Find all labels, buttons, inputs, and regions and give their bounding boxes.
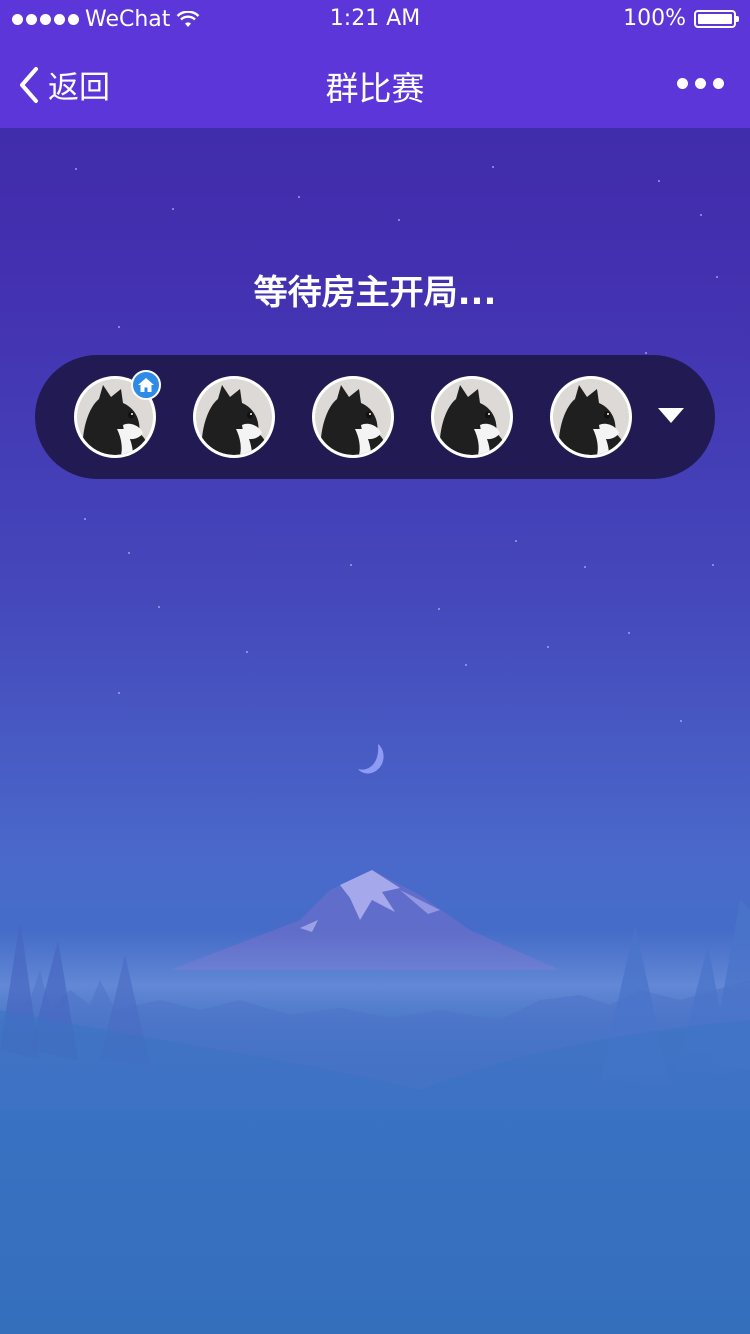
battery-percent: 100% bbox=[623, 6, 686, 31]
waiting-status-text: 等待房主开局... bbox=[253, 273, 497, 313]
player-avatar[interactable] bbox=[312, 376, 394, 458]
player-avatar[interactable] bbox=[431, 376, 513, 458]
status-right: 100% bbox=[623, 6, 739, 31]
cat-avatar-icon bbox=[196, 379, 272, 455]
player-avatar[interactable] bbox=[193, 376, 275, 458]
home-icon bbox=[138, 378, 154, 392]
moon-icon bbox=[358, 744, 384, 774]
owner-badge bbox=[131, 370, 161, 400]
status-bar: WeChat 1:21 AM 100% bbox=[0, 0, 750, 40]
cat-avatar-icon bbox=[553, 379, 629, 455]
dropdown-triangle-icon[interactable] bbox=[658, 408, 684, 423]
mountain-landscape bbox=[0, 870, 750, 1334]
more-icon[interactable] bbox=[677, 78, 724, 89]
player-avatar[interactable] bbox=[550, 376, 632, 458]
cat-avatar-icon bbox=[315, 379, 391, 455]
page-title: 群比赛 bbox=[325, 69, 425, 108]
battery-icon bbox=[694, 9, 739, 28]
cat-avatar-icon bbox=[434, 379, 510, 455]
nav-bar: 返回 群比赛 bbox=[0, 40, 750, 128]
